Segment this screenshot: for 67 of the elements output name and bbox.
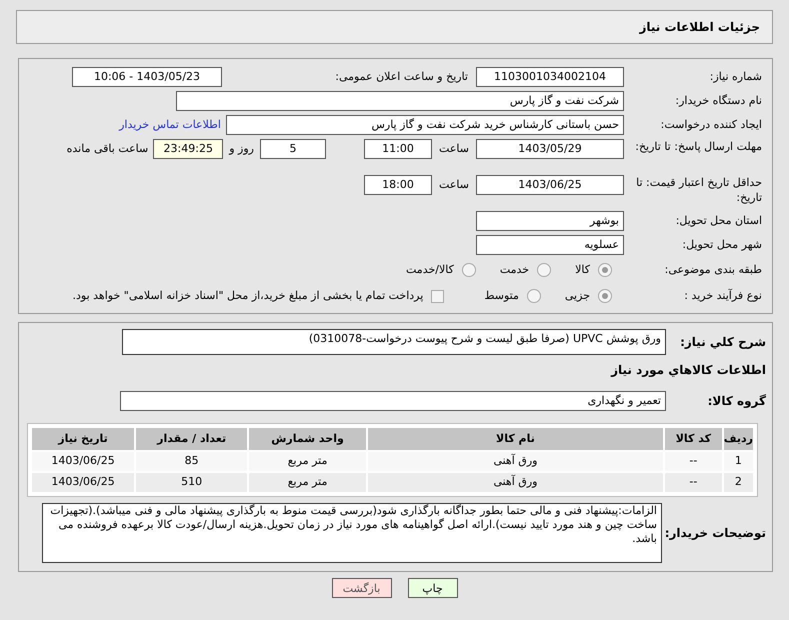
field-label: طبقه بندی موضوعی: bbox=[664, 262, 762, 278]
text-field[interactable]: 18:00 bbox=[364, 175, 432, 195]
column-header: ردیف bbox=[724, 428, 753, 450]
field-label: ایجاد کننده درخواست: bbox=[660, 116, 762, 133]
section-heading: اطلاعات كالاهاي مورد نياز bbox=[610, 362, 766, 379]
table-cell: 1403/06/25 bbox=[32, 452, 134, 471]
text-field[interactable]: شرکت نفت و گاز پارس bbox=[176, 91, 624, 111]
field-label: پرداخت تمام یا بخشی از مبلغ خرید،از محل "اسناد خزانه اسلامی" خواهد بود. bbox=[72, 288, 424, 304]
radio-button[interactable] bbox=[537, 263, 552, 277]
field-label: کالا/خدمت bbox=[406, 262, 454, 278]
text-field[interactable]: 11:00 bbox=[364, 139, 432, 159]
notes-textarea[interactable]: الزامات:پیشنهاد فنی و مالی حتما بطور جداگانه بارگذاری شود(بررسی قیمت منوط به بارگذاری پیشنهاد مالی و فنی میباشد).(تجهیزات ساخت چین و هند مورد تایید نیست).ارائه اصل گواهینامه های مورد نیاز در زمان تحویل.هزینه ارسال/عودت کالا برعهده فروشنده می باشد. bbox=[42, 503, 662, 563]
text-field[interactable]: 1103001034002104 bbox=[476, 67, 624, 87]
field-label: توضیحات خریدار: bbox=[664, 525, 766, 542]
field-label: ساعت باقی مانده bbox=[66, 141, 150, 157]
text-field[interactable]: 1403/05/29 bbox=[476, 139, 624, 159]
field-label: نام دستگاه خریدار: bbox=[674, 92, 762, 109]
text-field[interactable]: 1403/05/23 - 10:06 bbox=[72, 67, 222, 87]
field-label: جزیی bbox=[564, 288, 590, 304]
table-cell: ورق آهنی bbox=[368, 473, 663, 492]
column-header: واحد شمارش bbox=[249, 428, 366, 450]
column-header: تعداد / مقدار bbox=[136, 428, 248, 450]
field-label: خدمت bbox=[500, 262, 530, 278]
table-cell: 85 bbox=[136, 452, 248, 471]
summary-textarea[interactable]: ورق پوشش UPVC (صرفا طبق لیست و شرح پیوست درخواست-0310078) bbox=[122, 329, 666, 355]
countdown-field[interactable]: 23:49:25 bbox=[153, 139, 224, 159]
table-cell: -- bbox=[664, 473, 722, 492]
text-field[interactable]: 5 bbox=[260, 139, 326, 159]
print-button[interactable]: چاپ bbox=[408, 578, 458, 598]
field-label: متوسط bbox=[484, 288, 519, 304]
radio-button[interactable] bbox=[526, 289, 541, 303]
field-label: شهر محل تحویل: bbox=[681, 236, 762, 253]
text-field[interactable]: عسلویه bbox=[476, 235, 624, 255]
buyer-contact-link[interactable]: اطلاعات تماس خریدار bbox=[119, 116, 221, 134]
field-label: روز و bbox=[228, 141, 255, 157]
field-label: حداقل تاریخ اعتبار قیمت: تا تاریخ: bbox=[635, 175, 762, 205]
text-field[interactable]: بوشهر bbox=[476, 211, 624, 231]
field-label: مهلت ارسال پاسخ: تا تاریخ: bbox=[634, 139, 762, 154]
field-label: نوع فرآیند خرید : bbox=[683, 288, 762, 304]
field-label: ساعت bbox=[438, 141, 470, 157]
column-header: نام کالا bbox=[368, 428, 663, 450]
column-header: تاریخ نیاز bbox=[32, 428, 134, 450]
table-cell: 1 bbox=[724, 452, 753, 471]
table-cell: 510 bbox=[136, 473, 248, 492]
table-cell: ورق آهنی bbox=[368, 452, 663, 471]
table-cell: -- bbox=[664, 452, 722, 471]
radio-button[interactable] bbox=[598, 263, 612, 277]
radio-button[interactable] bbox=[598, 289, 612, 303]
field-label: گروه کالا: bbox=[706, 393, 766, 410]
page-title: جزئیات اطلاعات نیاز bbox=[639, 19, 760, 36]
column-header: کد کالا bbox=[664, 428, 722, 450]
field-label: ساعت bbox=[438, 177, 470, 193]
back-button[interactable]: بازگشت bbox=[332, 578, 392, 598]
checkbox[interactable] bbox=[431, 290, 444, 302]
table-cell: متر مربع bbox=[249, 452, 366, 471]
radio-button[interactable] bbox=[462, 263, 476, 277]
text-field[interactable]: 1403/06/25 bbox=[476, 175, 624, 195]
field-label: کالا bbox=[575, 262, 590, 278]
field-label: تاریخ و ساعت اعلان عمومی: bbox=[334, 68, 468, 85]
table-cell: متر مربع bbox=[249, 473, 366, 492]
table-cell: 2 bbox=[724, 473, 753, 492]
field-label: استان محل تحویل: bbox=[674, 212, 762, 229]
text-field[interactable]: تعمیر و نگهداری bbox=[120, 391, 666, 411]
table-cell: 1403/06/25 bbox=[32, 473, 134, 492]
field-label: شرح كلي نياز: bbox=[679, 334, 766, 351]
field-label: شماره نیاز: bbox=[708, 68, 762, 85]
text-field[interactable]: حسن باستانی کارشناس خرید شرکت نفت و گاز پارس bbox=[226, 115, 624, 135]
